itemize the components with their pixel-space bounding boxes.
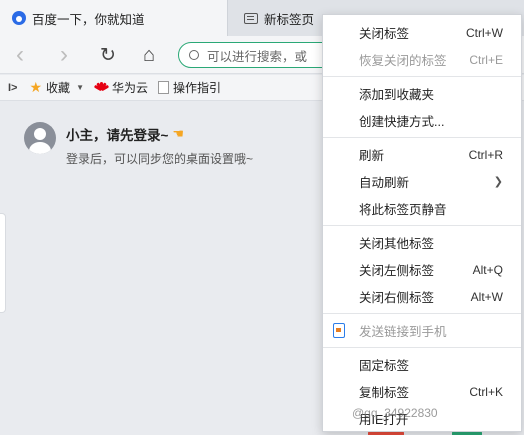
login-subtitle: 登录后，可以同步您的桌面设置哦~ xyxy=(66,152,254,166)
bookmark-favorites[interactable]: ★ 收藏 ▼ xyxy=(29,79,84,96)
back-button[interactable]: ‹ xyxy=(8,41,32,68)
menu-divider xyxy=(323,225,521,226)
menu-shortcut: Ctrl+R xyxy=(468,147,503,162)
menu-item-duplicate-tab[interactable]: 复制标签 Ctrl+K xyxy=(323,378,521,405)
reload-button[interactable]: ↻ xyxy=(96,43,120,67)
huawei-icon xyxy=(93,81,110,94)
document-icon xyxy=(158,81,169,94)
bookmark-label: 华为云 xyxy=(111,81,148,95)
menu-item-label: 关闭标签 xyxy=(359,27,410,41)
side-panel-handle[interactable] xyxy=(0,213,6,313)
menu-item-label: 自动刷新 xyxy=(359,176,410,190)
login-title-text: 小主，请先登录~ xyxy=(66,128,169,143)
reload-icon: ↻ xyxy=(100,44,116,66)
menu-item-close-right-tabs[interactable]: 关闭右侧标签 Alt+W xyxy=(323,283,521,310)
menu-item-mute-tab[interactable]: 将此标签页静音 xyxy=(323,195,521,222)
back-icon: ‹ xyxy=(16,41,24,68)
menu-item-label: 恢复关闭的标签 xyxy=(359,54,447,68)
menu-item-add-to-favorites[interactable]: 添加到收藏夹 xyxy=(323,80,521,107)
newtab-icon xyxy=(244,12,258,24)
menu-item-label: 添加到收藏夹 xyxy=(359,88,435,102)
address-bar[interactable]: 可以进行搜索，或 xyxy=(178,42,338,68)
menu-item-close-tab[interactable]: 关闭标签 Ctrl+W xyxy=(323,19,521,46)
tab-label: 百度一下，你就知道 xyxy=(32,12,145,27)
menu-shortcut: Alt+Q xyxy=(472,262,503,277)
tab-label: 新标签页 xyxy=(264,12,315,27)
menu-divider xyxy=(323,313,521,314)
star-icon: ★ xyxy=(29,79,43,95)
menu-shortcut: Ctrl+E xyxy=(469,52,503,67)
menu-item-label: 关闭其他标签 xyxy=(359,237,435,251)
menu-shortcut: Ctrl+K xyxy=(469,384,503,399)
menu-item-label: 复制标签 xyxy=(359,386,410,400)
chevron-right-icon: ❯ xyxy=(493,176,503,188)
menu-item-auto-refresh[interactable]: 自动刷新 ❯ xyxy=(323,168,521,195)
tab-new[interactable]: 新标签页 xyxy=(236,0,326,36)
forward-icon: › xyxy=(60,41,68,68)
chevron-down-icon: ▼ xyxy=(76,83,84,92)
bookmark-guide[interactable]: 操作指引 xyxy=(158,79,221,96)
home-button[interactable]: ⌂ xyxy=(137,43,161,67)
menu-item-label: 关闭左侧标签 xyxy=(359,264,435,278)
menu-divider xyxy=(323,137,521,138)
menu-item-label: 发送链接到手机 xyxy=(359,325,447,339)
menu-item-label: 刷新 xyxy=(359,149,385,163)
menu-shortcut: Ctrl+W xyxy=(466,25,503,40)
menu-item-label: 固定标签 xyxy=(359,359,410,373)
menu-shortcut: Alt+W xyxy=(470,289,503,304)
login-title: 小主，请先登录~ ☚ xyxy=(66,124,253,144)
menu-item-close-other-tabs[interactable]: 关闭其他标签 xyxy=(323,229,521,256)
menu-divider xyxy=(323,347,521,348)
menu-item-create-shortcut[interactable]: 创建快捷方式... xyxy=(323,107,521,134)
pointing-hand-icon: ☚ xyxy=(172,126,185,141)
watermark: @qq_34922830 xyxy=(352,406,438,420)
search-icon xyxy=(189,50,199,60)
phone-send-icon xyxy=(333,323,345,338)
address-placeholder: 可以进行搜索，或 xyxy=(207,49,308,64)
menu-item-label: 创建快捷方式... xyxy=(359,115,445,129)
menu-item-label: 将此标签页静音 xyxy=(359,203,447,217)
menu-item-label: 关闭右侧标签 xyxy=(359,291,435,305)
menu-item-refresh[interactable]: 刷新 Ctrl+R xyxy=(323,141,521,168)
menu-item-close-left-tabs[interactable]: 关闭左侧标签 Alt+Q xyxy=(323,256,521,283)
avatar[interactable] xyxy=(24,122,56,154)
login-prompt[interactable]: 小主，请先登录~ ☚ 登录后，可以同步您的桌面设置哦~ xyxy=(24,122,253,167)
menu-item-send-to-phone[interactable]: 发送链接到手机 xyxy=(323,317,521,344)
bookmark-huawei[interactable]: 华为云 xyxy=(93,79,148,96)
menu-item-restore-closed-tab[interactable]: 恢复关闭的标签 Ctrl+E xyxy=(323,46,521,73)
bookmark-label: 收藏 xyxy=(46,81,71,95)
bookmark-label: 操作指引 xyxy=(173,81,222,95)
baidu-paw-icon xyxy=(12,11,26,25)
sidebar-toggle-icon[interactable]: I> xyxy=(8,82,17,94)
home-icon: ⌂ xyxy=(142,43,156,66)
tab-baidu[interactable]: 百度一下，你就知道 xyxy=(0,0,228,36)
menu-item-pin-tab[interactable]: 固定标签 xyxy=(323,351,521,378)
forward-button[interactable]: › xyxy=(52,41,76,68)
menu-divider xyxy=(323,76,521,77)
tab-context-menu: 关闭标签 Ctrl+W 恢复关闭的标签 Ctrl+E 添加到收藏夹 创建快捷方式… xyxy=(322,14,522,432)
